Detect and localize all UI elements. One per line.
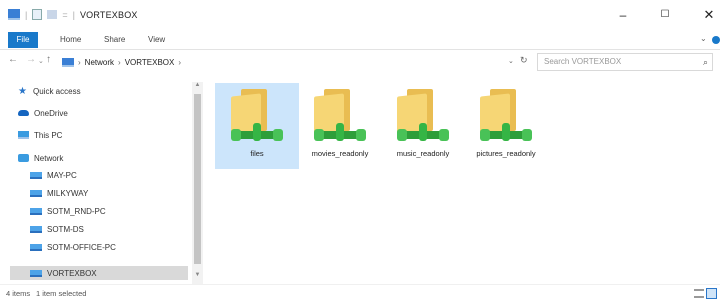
nav-scrollbar[interactable]: ▲ ▼ [192, 82, 203, 284]
nav-item-label: MILKYWAY [47, 188, 89, 198]
computer-icon [30, 207, 42, 215]
network-folder-icon [397, 89, 449, 143]
tab-view[interactable]: View [148, 32, 165, 48]
cloud-icon [18, 110, 29, 116]
star-icon: ★ [18, 85, 27, 97]
nav-item-label: Network [34, 153, 64, 163]
nav-item-this-pc[interactable]: This PC [18, 128, 188, 142]
folder-name: files [250, 149, 264, 158]
quick-access-toolbar: | = | VORTEXBOX [8, 9, 138, 20]
computer-icon [30, 189, 42, 197]
tab-home[interactable]: Home [60, 32, 81, 48]
computer-icon [30, 243, 42, 251]
expand-ribbon-icon[interactable]: ⌄ [700, 34, 707, 43]
computer-icon [30, 269, 42, 277]
nav-item-sotm-rnd-pc[interactable]: SOTM_RND-PC [30, 204, 200, 218]
nav-item-vortexbox[interactable]: VORTEXBOX [10, 266, 188, 280]
scroll-thumb[interactable] [194, 94, 201, 264]
scroll-up-button[interactable]: ▲ [192, 82, 203, 90]
back-button[interactable]: ← [8, 54, 18, 65]
navigation-pane: ★ Quick access OneDrive This PC Network … [0, 74, 205, 284]
folder-name: pictures_readonly [476, 149, 536, 158]
computer-icon [18, 131, 29, 139]
recent-locations-button[interactable]: ⌄ [38, 57, 44, 65]
close-button[interactable]: ✕ [694, 5, 720, 25]
network-folder-icon [480, 89, 532, 143]
properties-icon[interactable] [32, 9, 43, 20]
network-icon [18, 154, 29, 162]
nav-item-milkyway[interactable]: MILKYWAY [30, 186, 200, 200]
nav-item-label: OneDrive [34, 108, 68, 118]
new-folder-icon[interactable] [47, 10, 58, 19]
nav-item-network[interactable]: Network [18, 151, 188, 165]
nav-item-label: MAY-PC [47, 170, 77, 180]
folder-name: music_readonly [396, 149, 450, 158]
breadcrumb-network[interactable]: Network [85, 58, 114, 67]
folder-item-files[interactable]: files [215, 83, 299, 169]
network-folder-icon [314, 89, 366, 143]
maximize-button[interactable]: ☐ [650, 5, 680, 25]
nav-item-label: This PC [34, 130, 63, 140]
computer-icon [30, 225, 42, 233]
breadcrumb-separator[interactable]: › [178, 58, 181, 67]
minimize-button[interactable]: – [608, 5, 638, 25]
breadcrumb-separator: › [118, 57, 121, 67]
folder-item-pictures-readonly[interactable]: pictures_readonly [464, 83, 548, 169]
tab-file[interactable]: File [8, 32, 38, 48]
forward-button[interactable]: → [26, 54, 36, 65]
address-dropdown-button[interactable]: ⌄ [508, 57, 514, 65]
folder-item-movies-readonly[interactable]: movies_readonly [298, 83, 382, 169]
refresh-button[interactable]: ↻ [520, 55, 528, 66]
nav-item-quick-access[interactable]: ★ Quick access [18, 84, 188, 98]
breadcrumb-vortexbox[interactable]: VORTEXBOX [125, 58, 175, 67]
nav-item-sotm-office-pc[interactable]: SOTM-OFFICE-PC [30, 240, 200, 254]
nav-item-label: SOTM_RND-PC [47, 206, 106, 216]
search-input[interactable]: Search VORTEXBOX ⌕ [537, 53, 713, 71]
computer-icon [30, 171, 42, 179]
nav-item-onedrive[interactable]: OneDrive [18, 106, 188, 120]
details-view-icon[interactable] [694, 289, 704, 298]
tab-share[interactable]: Share [104, 32, 125, 48]
scroll-down-button[interactable]: ▼ [192, 272, 203, 280]
nav-item-label: Quick access [33, 86, 81, 96]
nav-item-may-pc[interactable]: MAY-PC [30, 168, 200, 182]
nav-item-label: SOTM-DS [47, 224, 84, 234]
customize-toolbar-button[interactable]: = [62, 10, 67, 20]
nav-item-label: VORTEXBOX [47, 268, 97, 278]
toolbar-separator: | [25, 9, 28, 20]
address-row: ← → ⌄ ↑ › Network › VORTEXBOX › ⌄ ↻ Sear… [0, 50, 720, 74]
status-bar: 4 items 1 item selected [0, 284, 720, 302]
toolbar-separator: | [72, 9, 75, 20]
folder-name: movies_readonly [311, 149, 369, 158]
title-bar: | = | VORTEXBOX – ☐ ✕ [0, 0, 720, 30]
large-icons-view-icon[interactable] [706, 288, 717, 299]
nav-item-sotm-ds[interactable]: SOTM-DS [30, 222, 200, 236]
nav-item-label: SOTM-OFFICE-PC [47, 242, 116, 252]
selection-count: 1 item selected [36, 289, 87, 298]
network-icon [62, 57, 74, 67]
search-icon[interactable]: ⌕ [703, 54, 708, 70]
ribbon-tabs: File Home Share View ⌄ [0, 30, 720, 50]
item-count: 4 items [6, 289, 31, 298]
breadcrumb-separator: › [78, 57, 81, 67]
address-bar[interactable]: › Network › VORTEXBOX › [62, 53, 522, 71]
window-title: VORTEXBOX [79, 9, 138, 20]
computer-icon[interactable] [8, 9, 20, 20]
folder-item-music-readonly[interactable]: music_readonly [381, 83, 465, 169]
search-placeholder: Search VORTEXBOX [544, 57, 622, 66]
up-button[interactable]: ↑ [46, 54, 51, 65]
file-list: files movies_readonly music_readonly pic… [210, 78, 718, 284]
help-icon[interactable] [712, 36, 720, 44]
network-folder-icon [231, 89, 283, 143]
